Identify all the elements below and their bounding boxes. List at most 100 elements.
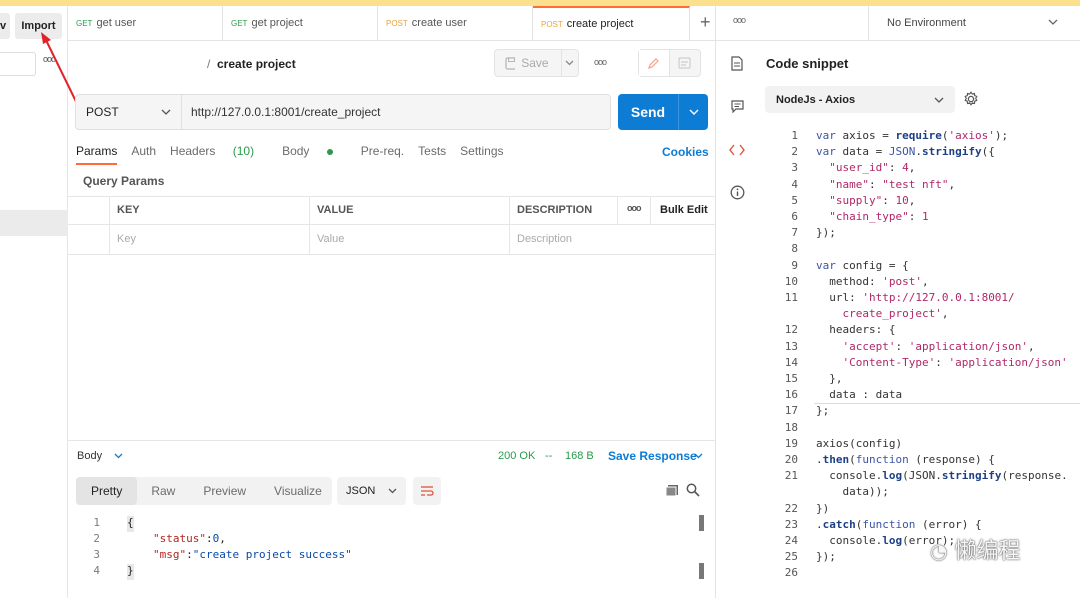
line-number: 9 bbox=[791, 258, 798, 272]
tab-tests[interactable]: Tests bbox=[418, 144, 446, 158]
tab-create-project[interactable]: POST create project bbox=[533, 6, 690, 40]
tabs-more-icon[interactable]: ooo bbox=[733, 15, 746, 25]
line-number: 15 bbox=[784, 372, 798, 385]
save-response-button[interactable]: Save Response bbox=[608, 449, 697, 463]
chevron-down-icon bbox=[161, 109, 171, 115]
code-text: "user_id": 4, bbox=[829, 161, 916, 175]
tab-visualize[interactable]: Visualize bbox=[260, 484, 336, 498]
code-text: }); bbox=[816, 550, 836, 564]
url-input[interactable]: http://127.0.0.1:8001/create_project bbox=[182, 95, 380, 129]
tab-body[interactable]: Body bbox=[282, 144, 347, 158]
tab-get-user[interactable]: GET get user bbox=[68, 6, 223, 40]
send-button[interactable]: Send bbox=[618, 94, 708, 130]
document-icon bbox=[678, 57, 691, 69]
wechat-icon: ◔ bbox=[930, 539, 948, 563]
sidebar-new-button[interactable]: v bbox=[0, 13, 10, 39]
tab-get-project[interactable]: GET get project bbox=[223, 6, 378, 40]
code-line: 2 "status": 0, bbox=[80, 532, 226, 548]
description-input[interactable]: Description bbox=[517, 233, 572, 245]
code-text: "chain_type": 1 bbox=[829, 210, 929, 223]
chevron-down-icon[interactable] bbox=[694, 453, 703, 459]
comment-mode[interactable] bbox=[670, 57, 700, 69]
tab-raw[interactable]: Raw bbox=[137, 484, 189, 498]
info-icon[interactable] bbox=[730, 185, 745, 200]
send-dropdown[interactable] bbox=[678, 94, 708, 130]
response-body-label[interactable]: Body bbox=[77, 450, 102, 462]
code-text: }) bbox=[816, 501, 830, 515]
line-number: 7 bbox=[791, 226, 798, 240]
code-text: } bbox=[127, 564, 134, 580]
method-select[interactable]: POST bbox=[76, 95, 182, 129]
line-number: 4 bbox=[791, 177, 798, 191]
response-size[interactable]: 168 B bbox=[565, 450, 594, 462]
code-text: var data = JSON.stringify({ bbox=[816, 145, 995, 159]
format-select[interactable]: JSON bbox=[337, 477, 406, 505]
status-code[interactable]: 200 OK bbox=[498, 450, 535, 462]
tab-label: Headers bbox=[170, 144, 216, 158]
copy-icon[interactable] bbox=[665, 484, 679, 497]
code-text: }); bbox=[816, 226, 836, 240]
send-label: Send bbox=[630, 104, 666, 120]
line-number: 1 bbox=[93, 516, 100, 529]
key-input[interactable]: Key bbox=[117, 233, 136, 245]
comments-icon[interactable] bbox=[731, 100, 744, 113]
save-button[interactable]: Save bbox=[494, 49, 579, 77]
divider bbox=[617, 196, 618, 224]
code-icon[interactable] bbox=[729, 143, 745, 157]
snippet-title: Code snippet bbox=[766, 56, 849, 71]
bulk-edit-button[interactable]: Bulk Edit bbox=[660, 204, 708, 216]
json-punct: , bbox=[219, 532, 226, 545]
tab-create-user[interactable]: POST create user bbox=[378, 6, 533, 40]
edit-mode[interactable] bbox=[639, 50, 670, 76]
request-more-icon[interactable]: ooo bbox=[594, 57, 607, 67]
view-toggle[interactable] bbox=[638, 49, 701, 77]
chevron-down-icon bbox=[388, 488, 397, 494]
save-label: Save bbox=[521, 56, 549, 70]
column-options-icon[interactable]: ooo bbox=[627, 203, 641, 213]
code-text: data)); bbox=[816, 485, 889, 499]
scrollbar-top[interactable] bbox=[699, 515, 704, 531]
code-text: console.log(JSON.stringify(response. bbox=[816, 469, 1068, 483]
line-number: 26 bbox=[784, 566, 798, 580]
url-bar: POST http://127.0.0.1:8001/create_projec… bbox=[75, 94, 611, 130]
chevron-down-icon[interactable] bbox=[114, 453, 123, 459]
chevron-down-icon bbox=[689, 109, 698, 115]
save-dropdown[interactable] bbox=[560, 50, 578, 76]
value-input[interactable]: Value bbox=[317, 233, 344, 245]
chevron-down-icon[interactable] bbox=[1048, 19, 1058, 26]
search-icon[interactable] bbox=[686, 483, 700, 497]
tab-preview[interactable]: Preview bbox=[189, 484, 260, 498]
tab-label: get user bbox=[96, 17, 137, 29]
tab-settings[interactable]: Settings bbox=[460, 144, 503, 158]
request-name[interactable]: create project bbox=[217, 57, 296, 71]
language-select[interactable]: NodeJs - Axios bbox=[765, 86, 955, 113]
cookies-link[interactable]: Cookies bbox=[662, 145, 709, 159]
sidebar-search-input[interactable] bbox=[0, 52, 36, 76]
sidebar-selected-item[interactable] bbox=[0, 210, 68, 236]
json-key: "msg" bbox=[153, 548, 187, 561]
tab-method: POST bbox=[386, 18, 408, 28]
scrollbar-bottom[interactable] bbox=[699, 563, 704, 579]
new-tab-button[interactable]: + bbox=[700, 12, 711, 33]
wrap-lines-button[interactable] bbox=[413, 477, 441, 505]
line-number: 5 bbox=[791, 193, 798, 207]
divider bbox=[715, 6, 716, 598]
code-line: 1 { bbox=[80, 516, 134, 532]
tab-params[interactable]: Params bbox=[76, 144, 118, 165]
breadcrumb-separator: / bbox=[207, 57, 211, 71]
tab-headers[interactable]: Headers (10) bbox=[170, 144, 268, 158]
divider bbox=[68, 40, 715, 41]
line-number: 2 bbox=[93, 532, 100, 545]
tab-pretty[interactable]: Pretty bbox=[76, 477, 138, 505]
tab-pre-request[interactable]: Pre-req. bbox=[361, 144, 404, 158]
json-value: "create project success" bbox=[192, 548, 352, 561]
tab-auth[interactable]: Auth bbox=[131, 144, 156, 158]
environment-select[interactable]: No Environment bbox=[887, 17, 966, 29]
gear-icon[interactable] bbox=[963, 91, 979, 107]
divider bbox=[509, 196, 510, 254]
line-number: 24 bbox=[784, 534, 798, 547]
documentation-icon[interactable] bbox=[731, 56, 743, 71]
code-text: data : data bbox=[816, 388, 903, 402]
line-number: 22 bbox=[784, 501, 798, 515]
response-divider bbox=[68, 440, 715, 441]
